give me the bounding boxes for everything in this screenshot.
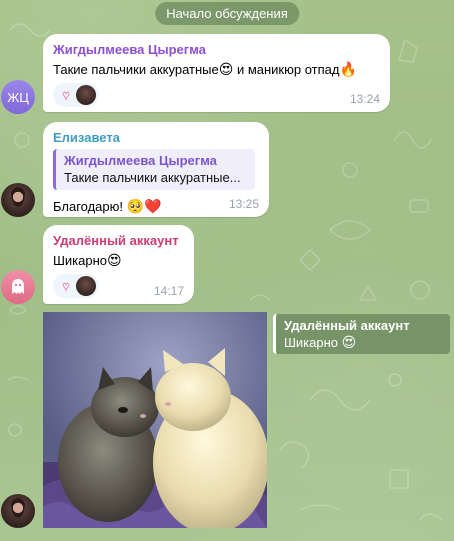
message-bubble[interactable]: Елизавета Жигдылмеева Цырегма Такие паль… [43,122,269,217]
heart-outline-icon: ♥ [62,279,70,293]
sender-name[interactable]: Удалённый аккаунт [53,232,184,250]
sender-name[interactable]: Елизавета [53,129,259,147]
kittens-image [43,312,267,528]
heart-outline-icon: ♥ [62,88,70,102]
reply-sender-name: Жигдылмеева Цырегма [64,153,217,168]
heart-eyes-emoji-icon: 😍 [341,334,357,350]
reply-preview[interactable]: Удалённый аккаунт Шикарно 😍 [273,314,450,354]
reply-text: Такие пальчики аккуратные... [64,170,241,185]
message-text-part: Такие пальчики аккуратные [53,62,219,77]
ghost-icon [12,279,24,294]
message-bubble[interactable]: Жигдылмеева Цырегма Такие пальчики аккур… [43,34,390,112]
reply-quote[interactable]: Жигдылмеева Цырегма Такие пальчики аккур… [53,149,255,190]
red-heart-emoji-icon: ❤️ [144,198,162,214]
avatar-photo[interactable] [1,494,35,528]
heart-eyes-emoji-icon: 😍 [218,61,234,77]
message-time: 13:24 [349,92,380,106]
message-text-part: и маникюр отпад [233,62,340,77]
avatar-photo[interactable] [1,183,35,217]
message-text: Шикарно😍 [53,250,184,271]
message-time: 13:25 [228,197,259,211]
reply-sender-name: Удалённый аккаунт [284,318,410,333]
avatar-initials[interactable]: ЖЦ [1,80,35,114]
message-text-part: Шикарно [53,253,108,268]
fire-emoji-icon: 🔥 [339,61,357,77]
reaction-chip[interactable]: ♥ [53,274,99,298]
reply-text: Шикарно 😍 [284,334,442,351]
message-text: Такие пальчики аккуратные😍 и маникюр отп… [53,59,380,80]
message-time: 14:17 [153,284,184,298]
pleading-face-emoji-icon: 🥺 [126,198,145,214]
photo-message-kittens[interactable] [43,312,267,528]
reply-text-part: Шикарно [284,335,339,350]
avatar-initials-text: ЖЦ [7,89,29,105]
sender-name[interactable]: Жигдылмеева Цырегма [53,41,380,59]
reactor-avatar [76,85,96,105]
reaction-chip[interactable]: ♥ [53,83,99,107]
avatar-deleted-account[interactable] [1,270,35,304]
message-bubble[interactable]: Удалённый аккаунт Шикарно😍 ♥ 14:17 [43,225,194,304]
message-text-part: Благодарю! [53,199,127,214]
discussion-start-pill: Начало обсуждения [155,2,299,25]
heart-eyes-emoji-icon: 😍 [107,252,122,268]
reactor-avatar [76,276,96,296]
